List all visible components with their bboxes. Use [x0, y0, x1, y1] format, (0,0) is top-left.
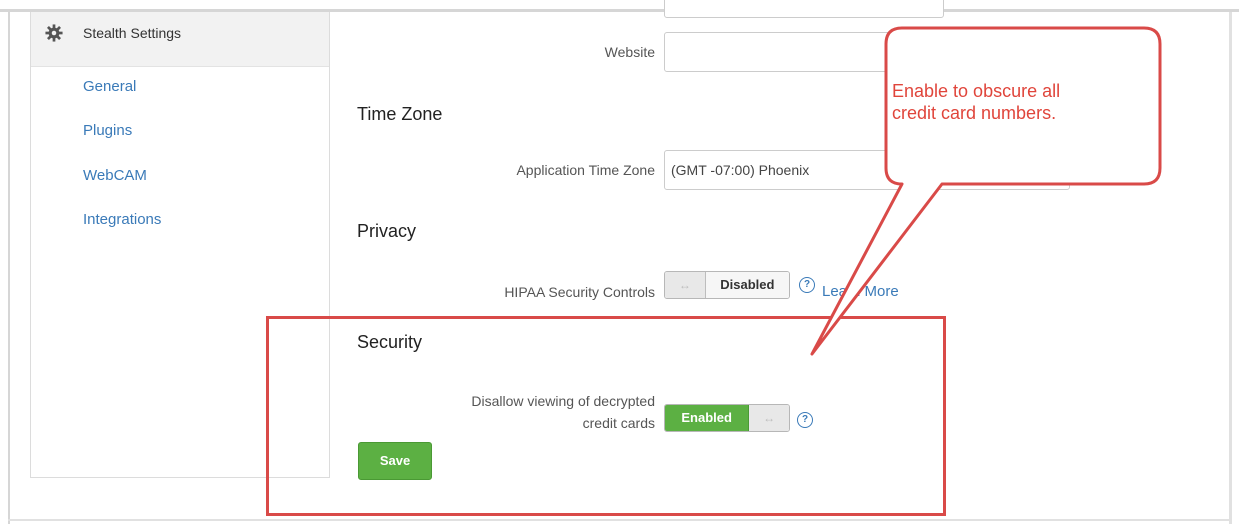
hipaa-label: HIPAA Security Controls	[504, 284, 655, 300]
window-top-border	[0, 0, 1239, 12]
window-left-border	[8, 12, 10, 524]
security-highlight-box	[266, 316, 946, 516]
sidebar-item-webcam[interactable]: WebCAM	[83, 167, 147, 184]
window-bottom-border	[8, 519, 1232, 521]
callout-text: Enable to obscure all credit card number…	[892, 80, 1152, 124]
learn-more-link[interactable]: Learn More	[822, 283, 899, 300]
website-input[interactable]	[664, 32, 954, 72]
sidebar-item-integrations[interactable]: Integrations	[83, 211, 161, 228]
time-zone-heading: Time Zone	[357, 104, 443, 124]
sidebar-header: Stealth Settings	[31, 12, 329, 67]
hipaa-help-icon[interactable]: ?	[799, 277, 815, 293]
privacy-heading: Privacy	[357, 221, 417, 241]
hipaa-toggle[interactable]: ↔ Disabled	[664, 271, 790, 299]
callout-line-2: credit card numbers.	[892, 103, 1057, 123]
sidebar-item-general[interactable]: General	[83, 78, 136, 95]
website-label: Website	[604, 44, 655, 60]
toggle-grip-icon: ↔	[665, 272, 705, 298]
sidebar-item-plugins[interactable]: Plugins	[83, 122, 132, 139]
gear-icon	[45, 24, 63, 42]
timezone-select[interactable]: (GMT -07:00) Phoenix	[664, 150, 1070, 190]
sidebar-title: Stealth Settings	[83, 25, 182, 41]
hipaa-toggle-state: Disabled	[704, 272, 789, 298]
window-right-border	[1229, 12, 1232, 524]
previous-field-input[interactable]	[664, 0, 944, 18]
callout-line-1: Enable to obscure all	[892, 81, 1061, 101]
timezone-label: Application Time Zone	[516, 162, 655, 178]
